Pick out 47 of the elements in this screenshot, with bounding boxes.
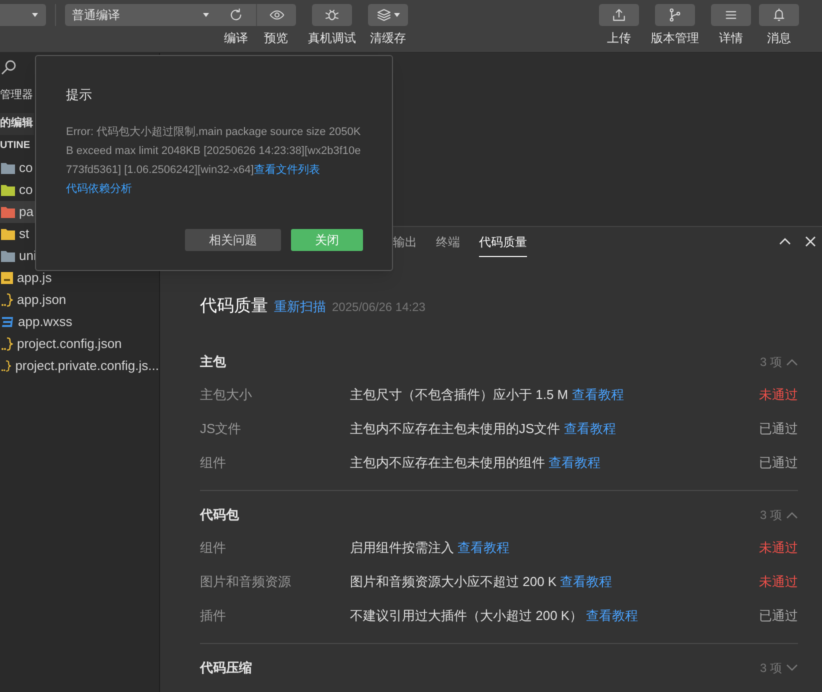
file-name: pa: [19, 202, 34, 221]
check-status: 已通过: [759, 606, 798, 625]
compile-mode-value: 普通编译: [72, 7, 120, 24]
file-name: co: [19, 180, 33, 199]
file-name: project.private.config.js...: [15, 356, 159, 375]
check-status: 已通过: [759, 420, 798, 438]
check-description: 图片和音频资源大小应不超过 200 K 查看教程: [350, 572, 614, 591]
check-label: 主包大小: [200, 386, 253, 404]
item-count: 3 项: [760, 660, 782, 676]
file-name: co: [19, 158, 33, 177]
scan-time: 2025/06/26 14:23: [332, 299, 426, 316]
dialog-message: Error: 代码包大小超过限制,main package source size 2050KB exceed max limit 2048KB [20250626 14:23:38][wx2b3f10e773fd5361] [1.06.2506242][win32-x64]查看文件列表 代码依赖分析: [66, 124, 362, 196]
check-description: 主包内不应存在主包未使用的组件 查看教程: [350, 454, 602, 472]
check-label: 组件: [200, 538, 227, 557]
check-description: 主包内不应存在主包未使用的JS文件 查看教程: [350, 420, 617, 438]
check-label: 插件: [200, 606, 227, 625]
toolbar-label: 编译: [224, 30, 248, 47]
check-description: 不建议引用过大插件（大小超过 200 K） 查看教程: [350, 606, 640, 625]
toolbar-label: 清缓存: [370, 30, 406, 47]
check-label: JS文件: [200, 420, 242, 438]
check-status: 未通过: [759, 538, 798, 557]
section-title: 主包: [200, 352, 226, 371]
item-count: 3 项: [760, 506, 782, 524]
toolbar-label: 消息: [767, 30, 791, 47]
item-count: 3 项: [760, 354, 782, 370]
file-name: st: [19, 224, 30, 243]
panel-title: 代码质量: [200, 295, 268, 317]
check-status: 已通过: [759, 454, 798, 472]
check-label: 图片和音频资源: [200, 572, 292, 591]
section-title: 代码压缩: [200, 658, 252, 677]
toolbar-label: 预览: [264, 30, 288, 47]
check-description: 启用组件按需注入 查看教程: [350, 538, 511, 557]
toolbar-label: 版本管理: [651, 30, 699, 47]
file-name: app.wxss: [18, 312, 72, 331]
check-description: 主包尺寸（不包含插件）应小于 1.5 M 查看教程: [350, 386, 625, 404]
section-title: 代码包: [200, 506, 239, 524]
explorer-title: 管理器: [0, 88, 34, 103]
toolbar-label: 详情: [719, 30, 743, 47]
toolbar-label: 真机调试: [308, 30, 356, 47]
dialog-title: 提示: [66, 86, 93, 104]
toolbar-label: 上传: [607, 30, 631, 47]
file-name: app.js: [17, 268, 52, 287]
check-status: 未通过: [759, 386, 798, 404]
check-status: 未通过: [759, 572, 798, 591]
check-label: 组件: [200, 454, 227, 472]
file-name: project.config.json: [17, 334, 122, 353]
file-name: app.json: [17, 290, 66, 309]
